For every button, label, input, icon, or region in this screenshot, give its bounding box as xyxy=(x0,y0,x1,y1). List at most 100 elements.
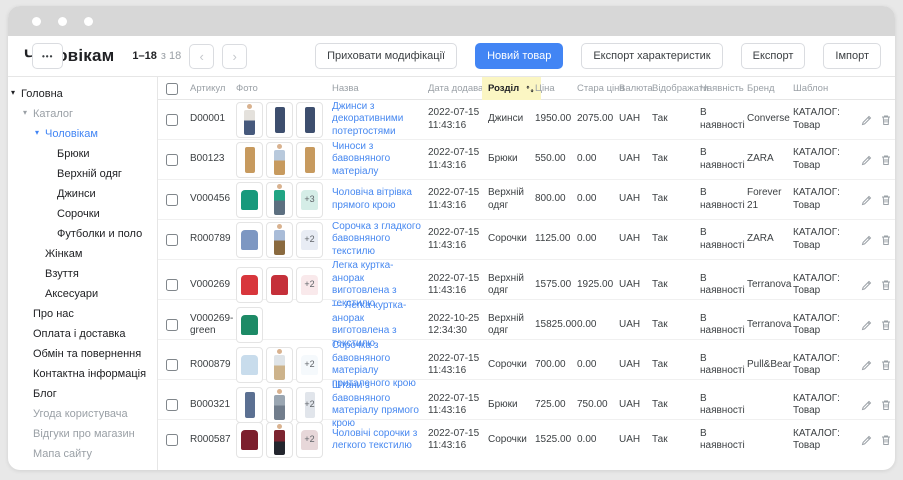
sidebar-item[interactable]: ▾ Чоловікам xyxy=(8,124,157,144)
hide-modifications-button[interactable]: Приховати модифікації xyxy=(315,43,457,69)
edit-icon[interactable] xyxy=(861,114,873,126)
product-name-link[interactable]: Чоловіча вітрівка прямого крою xyxy=(332,187,412,211)
edit-icon[interactable] xyxy=(861,154,873,166)
product-photo[interactable] xyxy=(236,142,263,178)
delete-icon[interactable] xyxy=(880,399,892,411)
row-checkbox[interactable] xyxy=(166,194,178,206)
product-photo[interactable]: +2 xyxy=(296,267,323,303)
sidebar-item[interactable]: Взуття xyxy=(8,264,157,284)
sidebar-item[interactable]: Футболки и поло xyxy=(8,224,157,244)
column-header-display[interactable]: Відображати xyxy=(652,83,700,94)
product-name-link[interactable]: Сорочка з гладкого бавовняного текстилю xyxy=(332,221,421,257)
row-checkbox[interactable] xyxy=(166,234,178,246)
product-name-link[interactable]: Джинси з декоративними потертостями xyxy=(332,101,403,137)
column-header-price[interactable]: Ціна xyxy=(535,83,577,94)
sidebar-item[interactable]: Жінкам xyxy=(8,244,157,264)
product-photo[interactable]: +2 xyxy=(296,387,323,423)
prev-page-button[interactable]: ‹ xyxy=(189,44,214,69)
window-close-button[interactable] xyxy=(32,17,41,26)
sidebar-item[interactable]: ▾ Каталог xyxy=(8,104,157,124)
product-photo[interactable] xyxy=(266,182,293,218)
row-checkbox[interactable] xyxy=(166,359,178,371)
column-header-date[interactable]: Дата додавання xyxy=(428,83,488,94)
select-all-checkbox[interactable] xyxy=(166,83,178,95)
export-characteristics-button[interactable]: Експорт характеристик xyxy=(581,43,722,69)
row-checkbox[interactable] xyxy=(166,434,178,446)
product-photo[interactable] xyxy=(236,347,263,383)
sidebar-item[interactable]: Мапа сайту xyxy=(8,444,157,464)
delete-icon[interactable] xyxy=(880,194,892,206)
sidebar-item[interactable]: Про нас xyxy=(8,304,157,324)
delete-icon[interactable] xyxy=(880,279,892,291)
row-checkbox[interactable] xyxy=(166,319,178,331)
next-page-button[interactable]: › xyxy=(222,44,247,69)
sidebar-item[interactable]: Блог xyxy=(8,384,157,404)
product-photo[interactable] xyxy=(236,422,263,458)
column-header-availability[interactable]: Наявність xyxy=(700,83,747,94)
delete-icon[interactable] xyxy=(880,359,892,371)
export-button[interactable]: Експорт xyxy=(741,43,806,69)
product-name-link[interactable]: Чоловічі сорочки з легкого текстилю xyxy=(332,428,417,452)
window-maximize-button[interactable] xyxy=(84,17,93,26)
product-photo[interactable]: +3 xyxy=(296,182,323,218)
product-photo[interactable] xyxy=(236,182,263,218)
delete-icon[interactable] xyxy=(880,434,892,446)
sorted-column-highlight[interactable]: Розділ xyxy=(482,77,541,100)
sidebar-item[interactable]: ▾ Головна xyxy=(8,84,157,104)
sidebar-item[interactable]: Відгуки про магазин xyxy=(8,424,157,444)
product-photo[interactable] xyxy=(236,387,263,423)
delete-icon[interactable] xyxy=(880,319,892,331)
row-checkbox[interactable] xyxy=(166,399,178,411)
sidebar-item[interactable]: Угода користувача xyxy=(8,404,157,424)
product-photo[interactable] xyxy=(266,142,293,178)
sidebar-item[interactable]: Сорочки xyxy=(8,204,157,224)
product-photo[interactable] xyxy=(296,102,323,138)
column-header-old-price[interactable]: Стара ціна xyxy=(577,83,619,94)
product-photo[interactable] xyxy=(236,102,263,138)
window-minimize-button[interactable] xyxy=(58,17,67,26)
product-photo[interactable] xyxy=(266,347,293,383)
column-header-sku[interactable]: Артикул xyxy=(190,83,236,94)
column-header-section[interactable]: Розділ xyxy=(488,77,535,100)
column-header-brand[interactable]: Бренд xyxy=(747,83,793,94)
row-checkbox[interactable] xyxy=(166,279,178,291)
product-photo[interactable] xyxy=(266,267,293,303)
sidebar-item[interactable]: Контактна інформація xyxy=(8,364,157,384)
sidebar-item[interactable]: Аксесуари xyxy=(8,284,157,304)
sidebar-item[interactable]: Джинси xyxy=(8,184,157,204)
product-name-link[interactable]: Чиноси з бавовняного матеріалу xyxy=(332,141,390,177)
product-name-link[interactable]: Штани з бавовняного матеріалу прямого кр… xyxy=(332,380,419,429)
product-photo[interactable] xyxy=(296,142,323,178)
column-header-name[interactable]: Назва xyxy=(332,83,428,94)
product-photo[interactable] xyxy=(266,422,293,458)
row-checkbox[interactable] xyxy=(166,114,178,126)
more-actions-button[interactable]: ••• xyxy=(32,43,63,69)
edit-icon[interactable] xyxy=(861,234,873,246)
sidebar-item[interactable]: Верхній одяг xyxy=(8,164,157,184)
row-checkbox[interactable] xyxy=(166,154,178,166)
edit-icon[interactable] xyxy=(861,359,873,371)
product-photo[interactable] xyxy=(236,222,263,258)
sidebar-item[interactable]: Обмін та повернення xyxy=(8,344,157,364)
product-photo[interactable]: +2 xyxy=(296,422,323,458)
column-header-template[interactable]: Шаблон xyxy=(793,83,861,94)
product-photo[interactable]: +2 xyxy=(296,347,323,383)
edit-icon[interactable] xyxy=(861,279,873,291)
edit-icon[interactable] xyxy=(861,434,873,446)
delete-icon[interactable] xyxy=(880,154,892,166)
edit-icon[interactable] xyxy=(861,194,873,206)
delete-icon[interactable] xyxy=(880,234,892,246)
new-product-button[interactable]: Новий товар xyxy=(475,43,563,69)
edit-icon[interactable] xyxy=(861,319,873,331)
column-header-currency[interactable]: Валюта xyxy=(619,83,652,94)
delete-icon[interactable] xyxy=(880,114,892,126)
product-photo[interactable] xyxy=(266,102,293,138)
import-button[interactable]: Імпорт xyxy=(823,43,881,69)
product-photo[interactable]: +2 xyxy=(296,222,323,258)
product-photo[interactable] xyxy=(236,307,263,343)
product-photo[interactable] xyxy=(236,267,263,303)
product-photo[interactable] xyxy=(266,222,293,258)
product-photo[interactable] xyxy=(266,387,293,423)
edit-icon[interactable] xyxy=(861,399,873,411)
sidebar-item[interactable]: Оплата і доставка xyxy=(8,324,157,344)
